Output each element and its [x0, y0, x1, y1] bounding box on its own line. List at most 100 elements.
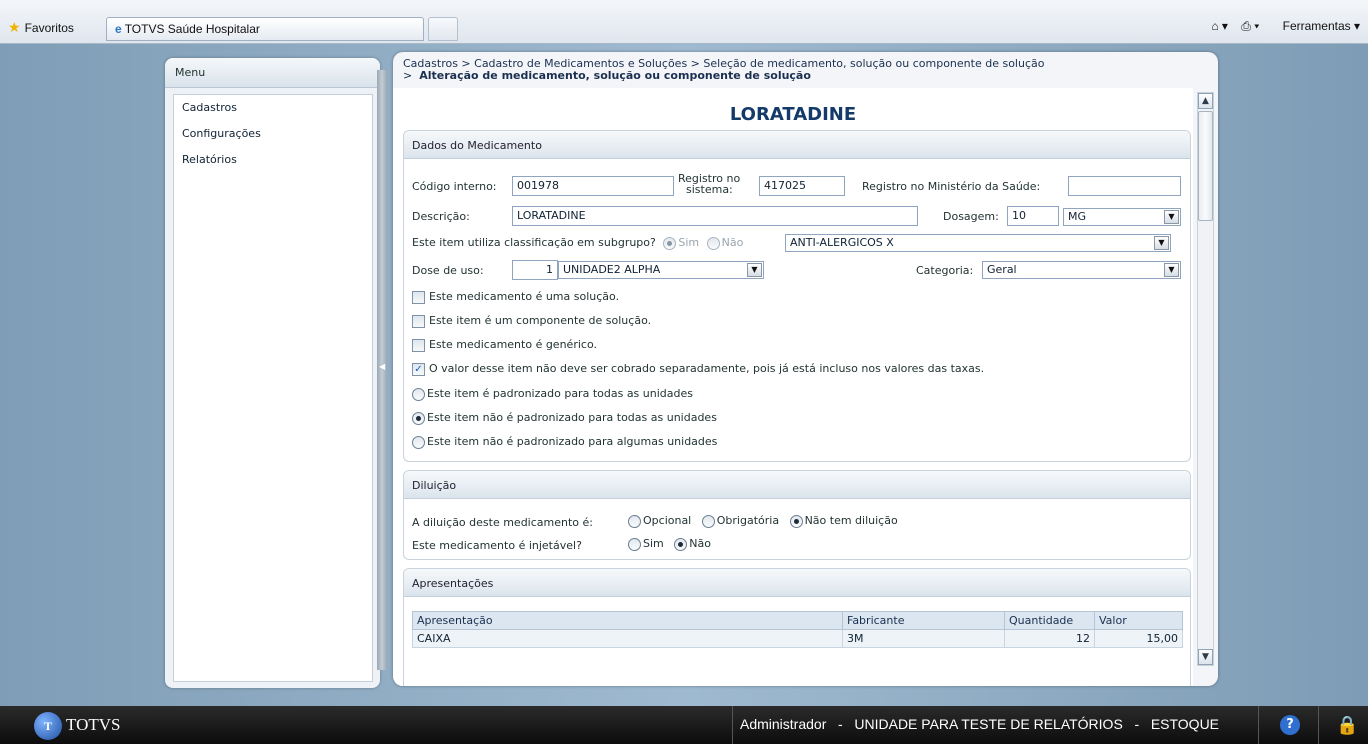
dosagem-unit-select[interactable]: MG ▼ [1063, 208, 1181, 226]
help-icon[interactable]: ? [1280, 715, 1300, 735]
menu-item-cadastros[interactable]: Cadastros [182, 101, 364, 127]
chevron-down-icon[interactable]: ▼ [747, 263, 762, 277]
chevron-down-icon[interactable]: ▼ [1164, 210, 1179, 224]
menu-item-configuracoes[interactable]: Configurações [182, 127, 364, 153]
totvs-logo-icon: T [34, 712, 62, 740]
new-tab-button[interactable] [428, 17, 458, 41]
unit-name: UNIDADE PARA TESTE DE RELATÓRIOS [854, 716, 1123, 732]
injetavel-nao-radio[interactable] [674, 537, 688, 551]
radio-padronizado-todas[interactable]: Este item é padronizado para todas as un… [412, 387, 693, 401]
subgrupo-select[interactable]: ANTI-ALERGICOS X ▼ [785, 234, 1171, 252]
radio[interactable] [412, 435, 425, 449]
ministerio-input[interactable] [1068, 176, 1181, 196]
codigo-label: Código interno: [412, 180, 497, 193]
breadcrumb: Cadastros > Cadastro de Medicamentos e S… [403, 58, 1203, 82]
scroll-down-icon[interactable]: ▼ [1198, 649, 1213, 665]
checkbox-generico[interactable]: Este medicamento é genérico. [412, 338, 597, 352]
checkbox-solucao[interactable]: Este medicamento é uma solução. [412, 290, 619, 304]
ie-icon: e [115, 22, 122, 36]
col-quantidade[interactable]: Quantidade [1004, 611, 1095, 630]
dose-unit-select[interactable]: UNIDADE2 ALPHA ▼ [558, 261, 764, 279]
apresentacoes-table: Apresentação Fabricante Quantidade Valor… [412, 611, 1183, 648]
checkbox-checked[interactable]: ✓ [412, 362, 425, 376]
diluicao-opcional-radio[interactable] [628, 514, 641, 528]
divider [732, 706, 733, 744]
dosagem-label: Dosagem: [943, 210, 999, 223]
injetavel-label: Este medicamento é injetável? [412, 539, 582, 552]
printer-icon[interactable]: ⎙ ▾ [1241, 19, 1259, 33]
injetavel-options: Sim Não [628, 537, 711, 551]
menu-item-relatorios[interactable]: Relatórios [182, 153, 364, 179]
favorites-button[interactable]: ★ Favoritos [8, 19, 74, 36]
status-bar: T TOTVS Administrador - UNIDADE PARA TEST… [0, 706, 1368, 744]
codigo-interno-input[interactable]: 001978 [512, 176, 674, 196]
scroll-up-icon[interactable]: ▲ [1198, 93, 1213, 109]
diluicao-obrigatoria-radio[interactable] [701, 514, 715, 528]
scroll-thumb[interactable] [1198, 111, 1213, 221]
checkbox[interactable] [412, 314, 425, 328]
module-name: ESTOQUE [1150, 716, 1220, 732]
chevron-down-icon[interactable]: ▼ [1154, 236, 1169, 250]
radio-nao-padronizado-algumas[interactable]: Este item não é padronizado para algumas… [412, 435, 717, 449]
dose-input[interactable]: 1 [512, 260, 558, 280]
browser-tab-title: TOTVS Saúde Hospitalar [124, 22, 260, 36]
checkbox-valor-incluso[interactable]: ✓ O valor desse item não deve ser cobrado… [412, 362, 984, 376]
checkbox-componente[interactable]: Este item é um componente de solução. [412, 314, 651, 328]
subgrupo-nao-radio[interactable] [706, 236, 720, 250]
registro-sistema-input[interactable]: 417025 [759, 176, 845, 196]
session-info: Administrador - UNIDADE PARA TESTE DE RE… [740, 716, 1220, 732]
browser-bar: ★ Favoritos e TOTVS Saúde Hospitalar ⌂ ▾ ⎙… [0, 0, 1368, 44]
sidebar-splitter[interactable]: ◀ [377, 70, 387, 670]
user-name: Administrador [740, 716, 827, 732]
col-fabricante[interactable]: Fabricante [842, 611, 1005, 630]
diluicao-options: Opcional Obrigatória Não tem diluição [628, 514, 898, 528]
table-header-row: Apresentação Fabricante Quantidade Valor [412, 611, 1183, 630]
chevron-down-icon[interactable]: ▼ [1164, 263, 1179, 277]
dosagem-input[interactable]: 10 [1007, 206, 1059, 226]
col-apresentacao[interactable]: Apresentação [412, 611, 843, 630]
checkbox[interactable] [412, 290, 425, 304]
section-apresentacoes: Apresentações Apresentação Fabricante Qu… [403, 568, 1191, 686]
dose-label: Dose de uso: [412, 264, 484, 277]
page-title: LORATADINE [729, 104, 857, 125]
col-valor[interactable]: Valor [1094, 611, 1183, 630]
section-dados-medicamento: Dados do Medicamento Código interno: 001… [403, 130, 1191, 462]
diluicao-label: A diluição deste medicamento é: [412, 516, 593, 529]
favorites-label: Favoritos [24, 21, 74, 35]
breadcrumb-current: Alteração de medicamento, solução ou com… [419, 69, 811, 82]
collapse-arrow-icon[interactable]: ◀ [379, 362, 385, 371]
divider [1258, 706, 1259, 744]
cell-quantidade: 12 [1004, 629, 1095, 648]
vertical-scrollbar[interactable]: ▲ ▼ [1197, 92, 1214, 666]
menu-header: Menu [165, 58, 380, 88]
star-icon: ★ [8, 19, 21, 35]
tools-menu[interactable]: Ferramentas ▾ [1273, 19, 1360, 33]
registro-sistema-label: Registro no sistema: [678, 172, 741, 196]
breadcrumb-sep: > [403, 69, 413, 82]
table-row[interactable]: CAIXA 3M 12 15,00 [412, 629, 1183, 648]
sidebar-menu: Menu Cadastros Configurações Relatórios [165, 58, 380, 688]
section-diluicao: Diluição A diluição deste medicamento é:… [403, 470, 1191, 560]
browser-tab[interactable]: e TOTVS Saúde Hospitalar [106, 17, 424, 41]
ministerio-label: Registro no Ministério da Saúde: [862, 180, 1041, 193]
home-icon[interactable]: ⌂ ▾ [1211, 19, 1228, 33]
descricao-label: Descrição: [412, 210, 470, 223]
categoria-select[interactable]: Geral ▼ [982, 261, 1181, 279]
radio-selected[interactable] [412, 411, 425, 425]
descricao-input[interactable]: LORATADINE [512, 206, 918, 226]
lock-icon[interactable]: 🔒 [1336, 715, 1358, 736]
diluicao-nao-tem-radio[interactable] [789, 514, 803, 528]
divider [1318, 706, 1319, 744]
injetavel-sim-radio[interactable] [628, 537, 641, 551]
subgrupo-sim-radio[interactable] [663, 236, 677, 250]
subgrupo-question: Este item utiliza classificação em subgr… [412, 236, 744, 250]
cell-fabricante: 3M [842, 629, 1005, 648]
categoria-label: Categoria: [916, 264, 974, 277]
form-content: LORATADINE Dados do Medicamento Código i… [393, 88, 1193, 686]
radio[interactable] [412, 387, 425, 401]
totvs-logo: T TOTVS [34, 712, 120, 740]
section-header: Diluição [404, 471, 1190, 499]
main-panel: Cadastros > Cadastro de Medicamentos e S… [393, 52, 1218, 686]
radio-nao-padronizado-todas[interactable]: Este item não é padronizado para todas a… [412, 411, 717, 425]
checkbox[interactable] [412, 338, 425, 352]
